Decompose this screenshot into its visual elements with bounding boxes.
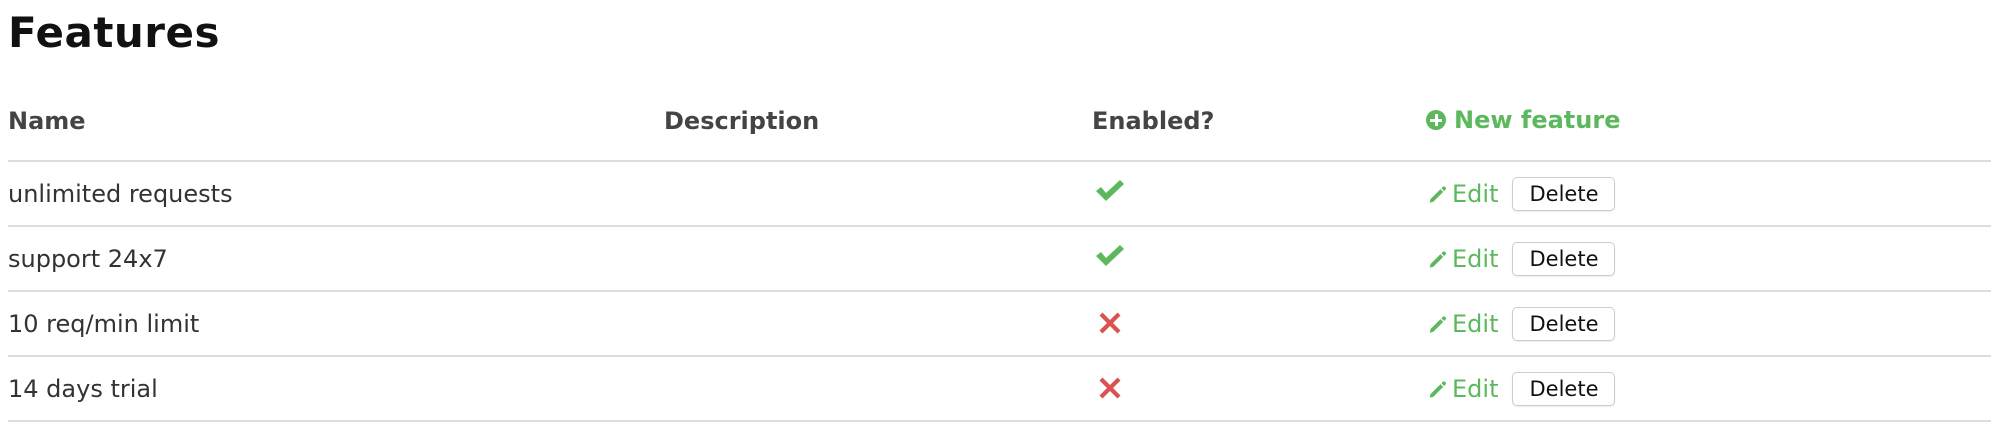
feature-actions: Edit Delete [1426,291,1991,357]
feature-enabled-cell [1092,226,1426,292]
feature-actions: Edit Delete [1426,226,1991,292]
table-row: support 24x7 Edit Delete [8,226,1991,292]
feature-name: 14 days trial [8,356,664,422]
plus-circle-icon [1426,110,1446,130]
edit-label: Edit [1452,374,1499,403]
edit-link[interactable]: Edit [1426,375,1498,403]
feature-enabled-cell [1092,356,1426,422]
edit-link[interactable]: Edit [1426,310,1498,338]
table-row: 10 req/min limit Edit Delete [8,291,1991,357]
edit-label: Edit [1452,309,1499,338]
feature-name: support 24x7 [8,226,664,292]
pencil-icon [1429,250,1447,268]
feature-description [664,356,1092,422]
delete-button[interactable]: Delete [1512,241,1616,276]
column-header-actions: New feature [1426,82,1991,162]
delete-button[interactable]: Delete [1512,306,1616,341]
feature-description [664,226,1092,292]
feature-name: 10 req/min limit [8,291,664,357]
row-actions: Edit Delete [1426,241,1991,276]
feature-description [664,161,1092,227]
table-row: 14 days trial Edit Delete [8,356,1991,422]
delete-button[interactable]: Delete [1512,176,1616,211]
row-actions: Edit Delete [1426,371,1991,406]
edit-link[interactable]: Edit [1426,180,1498,208]
page-title: Features [8,8,220,57]
table-header: Name Description Enabled? New feature [8,82,1991,162]
feature-enabled-cell [1092,161,1426,227]
cross-icon [1099,312,1121,333]
checkmark-icon [1096,244,1124,266]
table-header-row: Name Description Enabled? New feature [8,82,1991,162]
feature-enabled-cell [1092,291,1426,357]
cross-icon [1099,377,1121,398]
delete-button[interactable]: Delete [1512,371,1616,406]
features-table: Name Description Enabled? New feature un… [8,82,1991,422]
column-header-description: Description [664,82,1092,162]
table-row: unlimited requests Edit Delete [8,161,1991,227]
row-actions: Edit Delete [1426,176,1991,211]
new-feature-label: New feature [1454,106,1621,134]
pencil-icon [1429,185,1447,203]
edit-link[interactable]: Edit [1426,245,1498,273]
pencil-icon [1429,315,1447,333]
pencil-icon [1429,380,1447,398]
feature-name: unlimited requests [8,161,664,227]
feature-description [664,291,1092,357]
column-header-name: Name [8,82,664,162]
feature-actions: Edit Delete [1426,161,1991,227]
table-body: unlimited requests Edit Delete support 2… [8,161,1991,422]
checkmark-icon [1096,179,1124,201]
feature-actions: Edit Delete [1426,356,1991,422]
new-feature-link[interactable]: New feature [1426,106,1620,134]
row-actions: Edit Delete [1426,306,1991,341]
column-header-enabled: Enabled? [1092,82,1426,162]
edit-label: Edit [1452,244,1499,273]
features-page: Features Name Description Enabled? New f… [0,0,1998,444]
edit-label: Edit [1452,179,1499,208]
